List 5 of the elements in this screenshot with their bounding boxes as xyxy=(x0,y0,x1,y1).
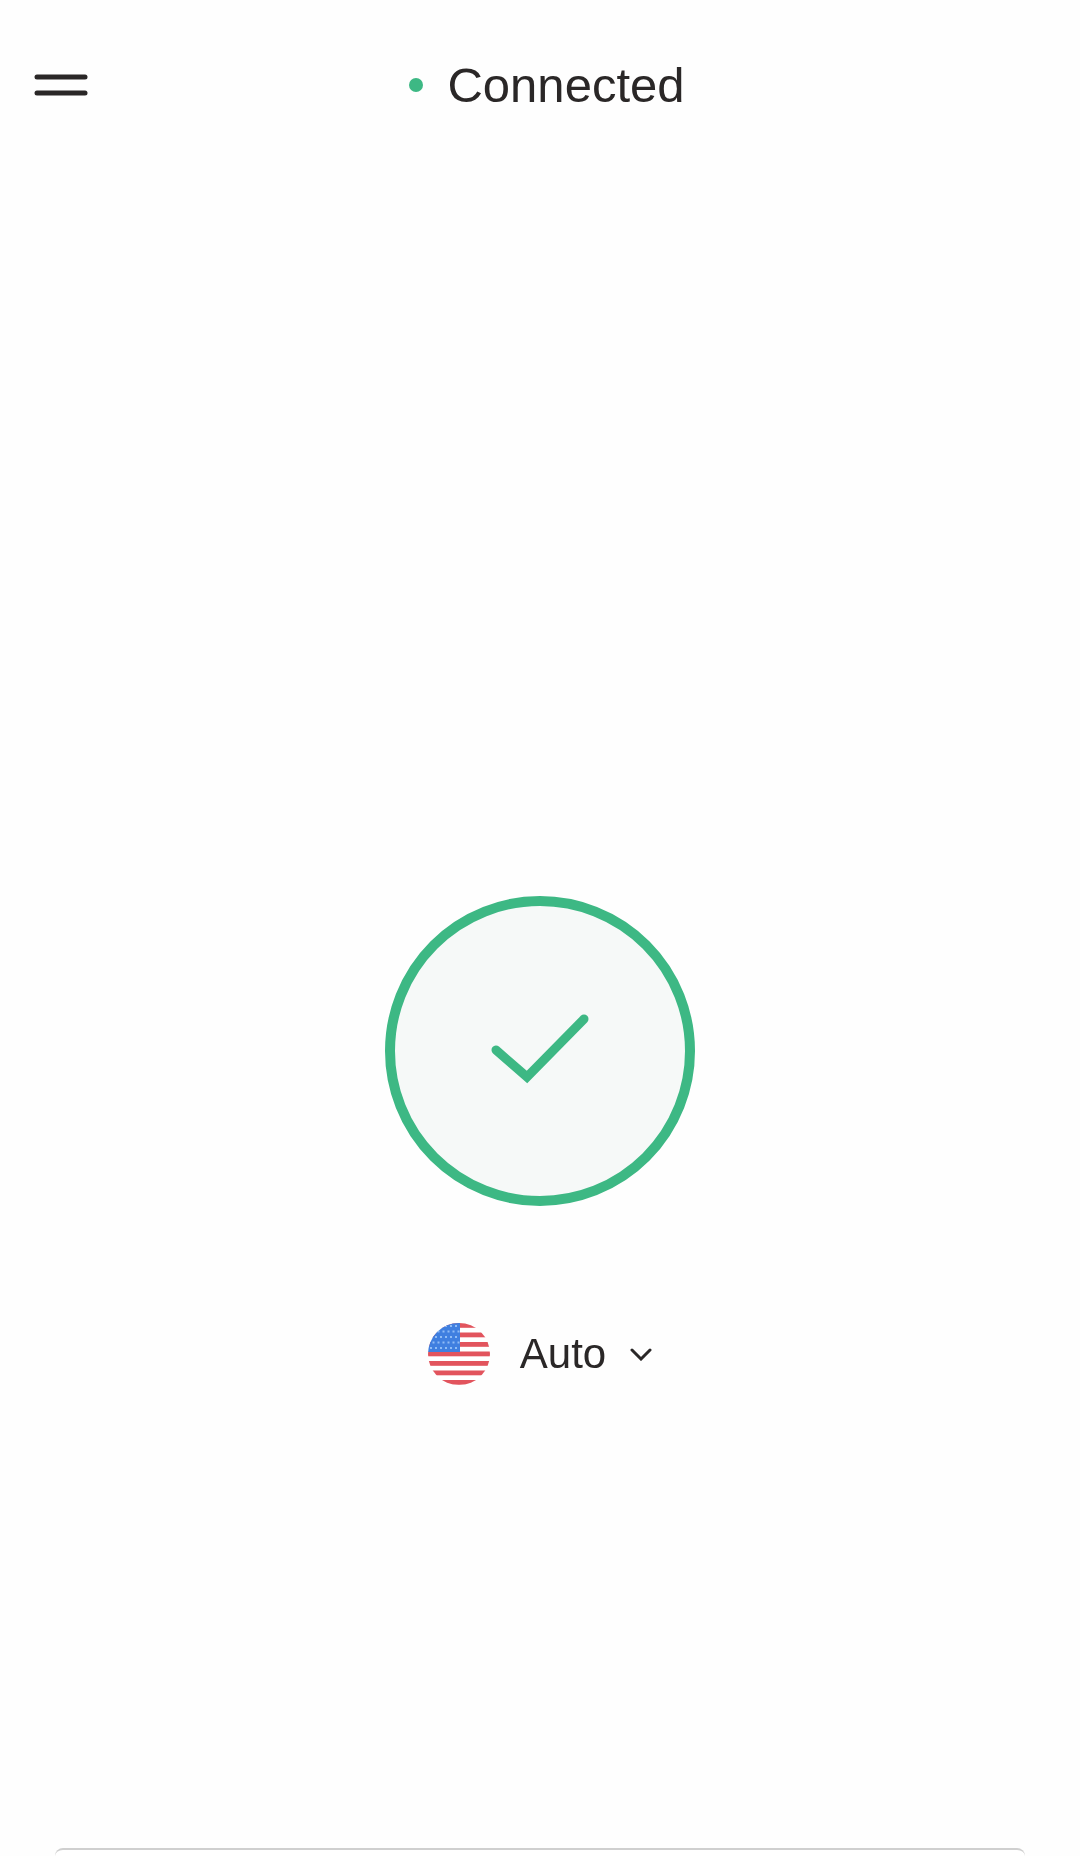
flag-icon xyxy=(427,1323,490,1385)
menu-icon xyxy=(34,74,88,96)
connection-status: Connected xyxy=(447,57,685,113)
location-selector[interactable]: Auto xyxy=(427,1323,653,1385)
chevron-down-icon xyxy=(630,1347,653,1361)
